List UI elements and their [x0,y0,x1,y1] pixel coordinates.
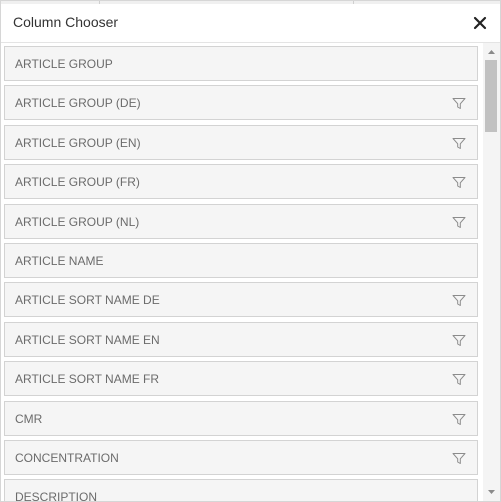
close-icon [473,16,487,30]
column-item[interactable]: CMR [4,400,478,436]
filter-icon[interactable] [452,216,466,229]
column-item-label: ARTICLE GROUP [15,57,113,71]
vertical-scrollbar[interactable] [483,43,500,501]
column-item-label: ARTICLE SORT NAME FR [15,372,160,387]
column-item-label: CONCENTRATION [15,451,119,465]
column-item-label: CMR [15,411,43,426]
scrollbar-thumb[interactable] [485,60,497,132]
close-button[interactable] [470,13,490,33]
filter-icon[interactable] [452,373,466,386]
filter-icon[interactable] [452,97,466,110]
column-item[interactable]: ARTICLE GROUP (EN) [4,124,478,160]
column-item-label: ARTICLE SORT NAME DE [15,293,160,308]
filter-icon[interactable] [452,334,466,347]
column-item[interactable]: ARTICLE GROUP (NL) [4,203,478,239]
column-item-label: ARTICLE GROUP (EN) [15,135,141,150]
column-list: ARTICLE GROUP ARTICLE GROUP (DE) ARTICLE G… [1,43,483,502]
dialog-title: Column Chooser [13,14,119,30]
scroll-down-button[interactable] [483,485,500,499]
filter-icon[interactable] [452,176,466,189]
filter-icon[interactable] [452,452,466,465]
column-item[interactable]: ARTICLE SORT NAME DE [4,282,478,318]
column-item-label: ARTICLE GROUP (NL) [15,214,140,229]
column-chooser-dialog: Column Chooser ARTICLE GROUP ARTICLE GROU… [0,0,501,502]
column-item-label: ARTICLE NAME [15,254,104,268]
column-item[interactable]: ARTICLE GROUP (FR) [4,164,478,200]
scroll-up-button[interactable] [483,45,500,59]
column-item[interactable]: ARTICLE NAME [4,243,478,278]
column-item[interactable]: ARTICLE GROUP (DE) [4,85,478,121]
column-item[interactable]: CONCENTRATION [4,440,478,475]
column-item-label: ARTICLE SORT NAME EN [15,332,160,347]
column-item[interactable]: ARTICLE SORT NAME EN [4,321,478,357]
filter-icon[interactable] [452,137,466,150]
column-item-label: ARTICLE GROUP (FR) [15,175,140,190]
dialog-header: Column Chooser [1,4,500,43]
filter-icon[interactable] [452,413,466,426]
column-item[interactable]: DESCRIPTION [4,479,478,502]
column-item[interactable]: ARTICLE GROUP [4,46,478,81]
column-item[interactable]: ARTICLE SORT NAME FR [4,361,478,397]
column-item-label: ARTICLE GROUP (DE) [15,96,141,111]
scroll-up-arrow-icon [488,50,495,54]
filter-icon[interactable] [452,294,466,307]
scroll-down-arrow-icon [488,490,495,494]
column-item-label: DESCRIPTION [15,490,98,502]
